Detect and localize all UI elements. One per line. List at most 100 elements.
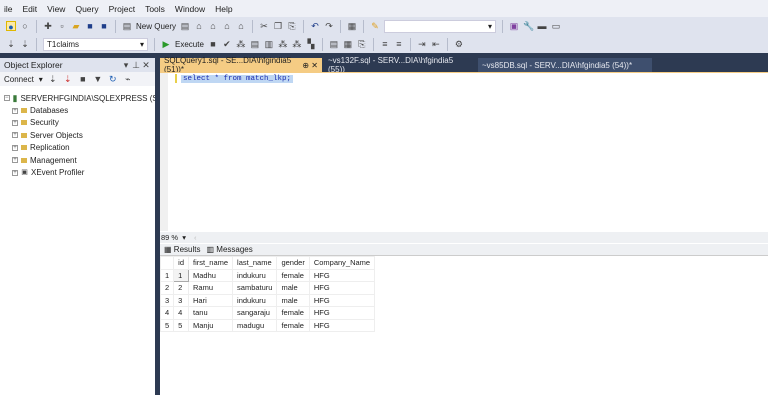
outdent-icon[interactable]: ⇤ xyxy=(431,39,441,49)
menu-query[interactable]: Query xyxy=(75,4,98,14)
cell[interactable]: 1 xyxy=(173,268,190,282)
estimated-plan-icon[interactable]: ⁂ xyxy=(236,39,246,49)
tree-xevent-profiler[interactable]: + ▣ XEvent Profiler xyxy=(4,166,155,178)
row-number[interactable]: 1 xyxy=(159,268,175,282)
cell[interactable]: female xyxy=(276,268,310,282)
change-connection-icon[interactable]: ⇣ xyxy=(20,39,30,49)
results-text-icon[interactable]: ▤ xyxy=(329,39,339,49)
parse-icon[interactable]: ✔ xyxy=(222,39,232,49)
comment-icon[interactable]: ≡ xyxy=(380,39,390,49)
open-file-icon[interactable]: ▰ xyxy=(71,21,81,31)
tab-close-icon[interactable]: ✕ xyxy=(311,61,318,70)
results-file-icon[interactable]: ⎘ xyxy=(357,39,367,49)
new-query-button[interactable]: New Query xyxy=(136,22,176,31)
cell[interactable]: 2 xyxy=(173,281,190,295)
mdx-query-icon[interactable]: ⌂ xyxy=(194,21,204,31)
connect-icon[interactable]: ⇣ xyxy=(6,39,16,49)
column-header[interactable]: id xyxy=(173,256,190,270)
tree-management[interactable]: + Management xyxy=(4,154,155,166)
stop-icon[interactable]: ■ xyxy=(78,74,88,84)
activity-monitor-icon[interactable]: ⌁ xyxy=(123,74,133,84)
row-number[interactable]: 3 xyxy=(159,293,175,307)
back-icon[interactable]: ● xyxy=(6,21,16,32)
cell[interactable]: indukuru xyxy=(232,268,278,282)
dax-query-icon[interactable]: ⌂ xyxy=(236,21,246,31)
tab-sqlquery1[interactable]: SQLQuery1.sql - SE...DIA\hfgindia5 (51))… xyxy=(160,56,322,74)
row-number[interactable]: 4 xyxy=(159,306,175,320)
menu-view[interactable]: View xyxy=(47,4,65,14)
cell[interactable]: sangaraju xyxy=(232,306,278,320)
cell[interactable]: Ramu xyxy=(188,281,234,295)
cell[interactable]: male xyxy=(276,281,310,295)
cell[interactable]: sambaturu xyxy=(232,281,278,295)
properties-icon[interactable]: ▣ xyxy=(509,21,519,31)
xmla-query-icon[interactable]: ⌂ xyxy=(222,21,232,31)
wrench-icon[interactable]: 🔧 xyxy=(523,21,534,31)
pin-icon[interactable]: ⊥ xyxy=(131,60,141,70)
results-grid-icon[interactable]: ▦ xyxy=(343,39,353,49)
actual-plan-icon[interactable]: ⁂ xyxy=(278,39,288,49)
cell[interactable]: madugu xyxy=(232,318,278,332)
column-header[interactable]: first_name xyxy=(188,256,234,270)
cell[interactable]: female xyxy=(276,318,310,332)
connect-button[interactable]: Connect xyxy=(4,75,34,84)
cell[interactable]: HFG xyxy=(308,318,376,332)
copy-icon[interactable]: ❐ xyxy=(273,21,283,31)
cell[interactable]: HFG xyxy=(308,268,376,282)
window-icon[interactable]: ▭ xyxy=(551,21,561,31)
column-header[interactable]: Company_Name xyxy=(308,256,376,270)
disconnect-icon[interactable]: ⇣ xyxy=(63,74,73,84)
search-combo[interactable]: ▾ xyxy=(384,19,497,33)
cell[interactable]: 5 xyxy=(173,318,190,332)
cell[interactable]: HFG xyxy=(308,281,376,295)
menu-window[interactable]: Window xyxy=(175,4,205,14)
filter-icon[interactable]: ▼ xyxy=(93,74,103,84)
query-text[interactable]: select * from match_lkp; xyxy=(181,75,294,83)
add-item-icon[interactable]: ▫ xyxy=(57,21,67,31)
refresh-icon[interactable]: ↻ xyxy=(108,74,118,84)
tree-replication[interactable]: + Replication xyxy=(4,142,155,154)
pin-icon[interactable]: ⊕ xyxy=(302,61,309,70)
query-options-icon[interactable]: ▤ xyxy=(250,39,260,49)
client-stats-icon[interactable]: ▚ xyxy=(306,39,316,49)
table-row[interactable]: 5 5 Manju madugu female HFG xyxy=(159,318,376,332)
row-number[interactable]: 5 xyxy=(159,318,175,332)
uncomment-icon[interactable]: ≡ xyxy=(394,39,404,49)
menu-help[interactable]: Help xyxy=(215,4,232,14)
scroll-left-icon[interactable]: ‹ xyxy=(194,233,197,242)
cell[interactable]: Manju xyxy=(188,318,234,332)
cut-icon[interactable]: ✂ xyxy=(259,21,269,31)
specify-values-icon[interactable]: ⚙ xyxy=(454,39,464,49)
save-icon[interactable]: ■ xyxy=(85,21,95,31)
intellisense-icon[interactable]: ▥ xyxy=(264,39,274,49)
table-row[interactable]: 3 3 Hari indukuru male HFG xyxy=(159,293,376,307)
close-icon[interactable]: ✕ xyxy=(141,60,151,70)
save-all-icon[interactable]: ■ xyxy=(99,21,109,31)
table-row[interactable]: 2 2 Ramu sambaturu male HFG xyxy=(159,281,376,295)
cell[interactable]: HFG xyxy=(308,306,376,320)
menu-tools[interactable]: Tools xyxy=(145,4,165,14)
query-editor[interactable] xyxy=(160,73,768,231)
undo-icon[interactable]: ↶ xyxy=(310,21,320,31)
tree-databases[interactable]: + Databases xyxy=(4,104,155,116)
row-number[interactable]: 2 xyxy=(159,281,175,295)
live-stats-icon[interactable]: ⁂ xyxy=(292,39,302,49)
cell[interactable]: female xyxy=(276,306,310,320)
column-header[interactable]: gender xyxy=(276,256,310,270)
paste-icon[interactable]: ⎘ xyxy=(287,21,297,31)
column-header[interactable]: last_name xyxy=(232,256,278,270)
solution-icon[interactable]: ▦ xyxy=(347,21,357,31)
tab-messages[interactable]: ▥ Messages xyxy=(206,245,252,254)
cell[interactable]: male xyxy=(276,293,310,307)
tab-results[interactable]: ▦ Results xyxy=(164,245,200,254)
dropdown-icon[interactable]: ▾ xyxy=(121,60,131,70)
cell[interactable]: HFG xyxy=(308,293,376,307)
toolbox-icon[interactable]: ▬ xyxy=(537,21,547,31)
stop-icon[interactable]: ■ xyxy=(208,39,218,49)
dmx-query-icon[interactable]: ⌂ xyxy=(208,21,218,31)
tab-vs132f[interactable]: ~vs132F.sql - SERV...DIA\hfgindia5 (55)) xyxy=(324,56,474,74)
table-row[interactable]: 1 1 Madhu indukuru female HFG xyxy=(159,268,376,282)
tree-server[interactable]: − ▮ SERVERHFGINDIA\SQLEXPRESS (SQL Server xyxy=(4,92,194,104)
database-select[interactable]: T1claims ▾ xyxy=(43,37,148,51)
tree-server-objects[interactable]: + Server Objects xyxy=(4,129,155,141)
